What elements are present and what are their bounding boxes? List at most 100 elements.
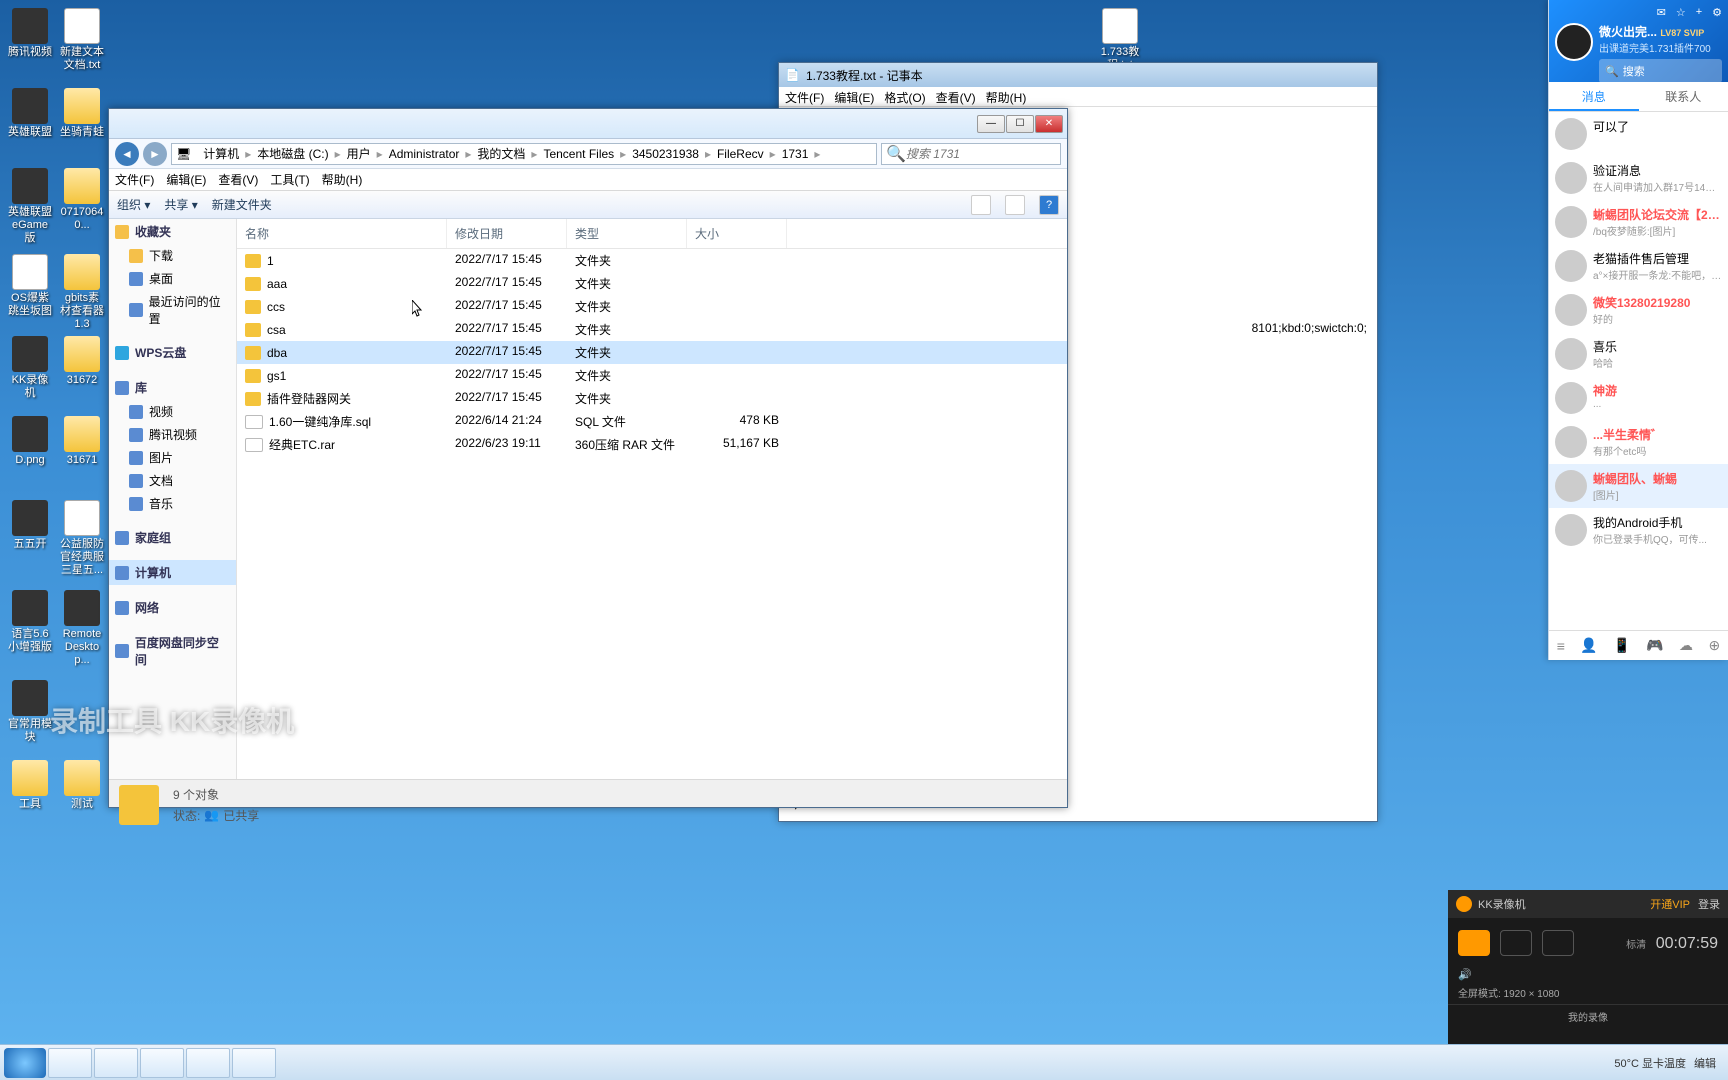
desktop-icon[interactable]: 测试: [60, 760, 104, 811]
sidebar-network[interactable]: 网络: [109, 595, 236, 620]
close-button[interactable]: ✕: [1035, 115, 1063, 133]
menu-item[interactable]: 查看(V): [936, 89, 976, 104]
chat-item[interactable]: 老猫插件售后管理a°×接开服一条龙:不能吧，刚...: [1549, 244, 1728, 288]
preview-pane-icon[interactable]: [1005, 195, 1025, 215]
desktop-icon[interactable]: 腾讯视频: [8, 8, 52, 59]
sidebar-downloads[interactable]: 下载: [109, 244, 236, 267]
desktop-icon[interactable]: 工具: [8, 760, 52, 811]
desktop-icon[interactable]: 五五开: [8, 500, 52, 551]
menu-item[interactable]: 查看(V): [218, 171, 258, 188]
file-row[interactable]: 12022/7/17 15:45文件夹: [237, 249, 1067, 272]
wps-cloud[interactable]: WPS云盘: [109, 340, 236, 365]
sidebar-baidu[interactable]: 百度网盘同步空间: [109, 630, 236, 672]
tab-messages[interactable]: 消息: [1549, 82, 1639, 111]
menu-item[interactable]: 编辑(E): [166, 171, 206, 188]
desktop-icon[interactable]: 31672: [60, 336, 104, 387]
menu-item[interactable]: 工具(T): [270, 171, 309, 188]
desktop-icon[interactable]: 英雄联盟 eGame版: [8, 168, 52, 246]
taskbar-item[interactable]: [94, 1048, 138, 1078]
qq-panel[interactable]: ✉ ☆ + ⚙ 微火出完... LV87 SVIP 出课道完美1.731插件70…: [1548, 0, 1728, 660]
notepad-menu[interactable]: 文件(F)编辑(E)格式(O)查看(V)帮助(H): [779, 87, 1377, 107]
header-size[interactable]: 大小: [687, 219, 787, 248]
tab-contacts[interactable]: 联系人: [1639, 82, 1728, 111]
file-row[interactable]: 插件登陆器网关2022/7/17 15:45文件夹: [237, 387, 1067, 410]
desktop-icon[interactable]: 07170640...: [60, 168, 104, 232]
breadcrumb-segment[interactable]: 用户: [341, 145, 377, 162]
chat-item[interactable]: 蜥蜴团队论坛交流【2】群/bq夜梦随影:[图片]: [1549, 200, 1728, 244]
sidebar-recent[interactable]: 最近访问的位置: [109, 290, 236, 330]
explorer-window[interactable]: — ☐ ✕ ◄ ► 🖥计算机▸本地磁盘 (C:)▸用户▸Administrato…: [108, 108, 1068, 808]
chat-item[interactable]: ...半生柔情゛有那个etc吗: [1549, 420, 1728, 464]
breadcrumb-segment[interactable]: 1731: [776, 147, 815, 161]
breadcrumb-segment[interactable]: 3450231938: [626, 147, 705, 161]
tray-extra[interactable]: 编辑: [1694, 1055, 1716, 1071]
plus-icon[interactable]: +: [1696, 6, 1702, 19]
minimize-button[interactable]: —: [977, 115, 1005, 133]
chat-item[interactable]: 可以了: [1549, 112, 1728, 156]
chat-item[interactable]: 微笑13280219280好的: [1549, 288, 1728, 332]
kk-recorder-window[interactable]: KK录像机 开通VIP 登录 标清 00:07:59 🔊 全屏模式: 1920 …: [1448, 890, 1728, 1050]
footer-icon[interactable]: ⊕: [1708, 637, 1720, 654]
file-row[interactable]: 1.60一键纯净库.sql2022/6/14 21:24SQL 文件478 KB: [237, 410, 1067, 433]
mode-game-icon[interactable]: [1542, 930, 1574, 956]
header-name[interactable]: 名称: [237, 219, 447, 248]
file-row[interactable]: csa2022/7/17 15:45文件夹: [237, 318, 1067, 341]
kk-my-recordings-tab[interactable]: 我的录像: [1448, 1004, 1728, 1028]
file-row[interactable]: aaa2022/7/17 15:45文件夹: [237, 272, 1067, 295]
sidebar-video[interactable]: 视频: [109, 400, 236, 423]
footer-icon[interactable]: ≡: [1557, 638, 1565, 654]
chat-item[interactable]: 我的Android手机你已登录手机QQ，可传...: [1549, 508, 1728, 552]
desktop-icon[interactable]: KK录像机: [8, 336, 52, 400]
desktop-icon[interactable]: 新建文本文档.txt: [60, 8, 104, 72]
taskbar-item[interactable]: [232, 1048, 276, 1078]
header-type[interactable]: 类型: [567, 219, 687, 248]
organize-button[interactable]: 组织 ▾: [117, 196, 150, 213]
help-icon[interactable]: ?: [1039, 195, 1059, 215]
footer-icon[interactable]: 👤: [1580, 637, 1597, 654]
sidebar-txvideo[interactable]: 腾讯视频: [109, 423, 236, 446]
menu-item[interactable]: 文件(F): [115, 171, 154, 188]
system-tray[interactable]: 50°C 显卡温度 编辑: [1614, 1055, 1724, 1071]
avatar[interactable]: [1555, 23, 1593, 61]
taskbar-item[interactable]: [140, 1048, 184, 1078]
taskbar-item[interactable]: [48, 1048, 92, 1078]
libraries-group[interactable]: 库: [109, 375, 236, 400]
breadcrumb-segment[interactable]: Tencent Files: [537, 147, 620, 161]
new-folder-button[interactable]: 新建文件夹: [212, 196, 272, 213]
file-row[interactable]: dba2022/7/17 15:45文件夹: [237, 341, 1067, 364]
breadcrumb-segment[interactable]: FileRecv: [711, 147, 770, 161]
taskbar[interactable]: 50°C 显卡温度 编辑: [0, 1044, 1728, 1080]
weather-widget[interactable]: 50°C 显卡温度: [1614, 1055, 1686, 1071]
search-box[interactable]: 🔍: [881, 143, 1061, 165]
footer-icon[interactable]: 📱: [1613, 637, 1630, 654]
file-row[interactable]: gs12022/7/17 15:45文件夹: [237, 364, 1067, 387]
forward-button[interactable]: ►: [143, 142, 167, 166]
desktop-icon[interactable]: D.png: [8, 416, 52, 467]
favorites-group[interactable]: 收藏夹: [109, 219, 236, 244]
settings-icon[interactable]: ⚙: [1712, 6, 1722, 19]
menu-item[interactable]: 编辑(E): [834, 89, 874, 104]
explorer-sidebar[interactable]: 收藏夹 下载 桌面 最近访问的位置 WPS云盘 库 视频 腾讯视频 图片 文档 …: [109, 219, 237, 779]
footer-icon[interactable]: ☁: [1679, 637, 1693, 654]
mode-fullscreen-icon[interactable]: [1458, 930, 1490, 956]
file-row[interactable]: ccs2022/7/17 15:45文件夹: [237, 295, 1067, 318]
mail-icon[interactable]: ✉: [1657, 6, 1666, 19]
desktop-icon[interactable]: gbits素材查看器1.3: [60, 254, 104, 332]
sidebar-desktop[interactable]: 桌面: [109, 267, 236, 290]
qq-chat-list[interactable]: 可以了验证消息在人间申请加入群17号14点准蜥蜴团队论坛交流【2】群/bq夜梦随…: [1549, 112, 1728, 630]
breadcrumb[interactable]: 🖥计算机▸本地磁盘 (C:)▸用户▸Administrator▸我的文档▸Ten…: [171, 143, 877, 165]
menu-item[interactable]: 格式(O): [884, 89, 925, 104]
breadcrumb-segment[interactable]: 我的文档: [471, 145, 531, 162]
header-date[interactable]: 修改日期: [447, 219, 567, 248]
volume-icon[interactable]: 🔊: [1458, 969, 1472, 981]
menu-item[interactable]: 帮助(H): [986, 89, 1027, 104]
file-row[interactable]: 经典ETC.rar2022/6/23 19:11360压缩 RAR 文件51,1…: [237, 433, 1067, 456]
kk-login-button[interactable]: 登录: [1698, 896, 1720, 912]
maximize-button[interactable]: ☐: [1006, 115, 1034, 133]
kk-vip-button[interactable]: 开通VIP: [1650, 896, 1690, 912]
desktop-icon[interactable]: OS爆紫跳坐坂图: [8, 254, 52, 318]
search-input[interactable]: [906, 147, 1056, 161]
start-button[interactable]: [4, 1048, 46, 1078]
view-options-icon[interactable]: [971, 195, 991, 215]
desktop-icon[interactable]: 英雄联盟: [8, 88, 52, 139]
